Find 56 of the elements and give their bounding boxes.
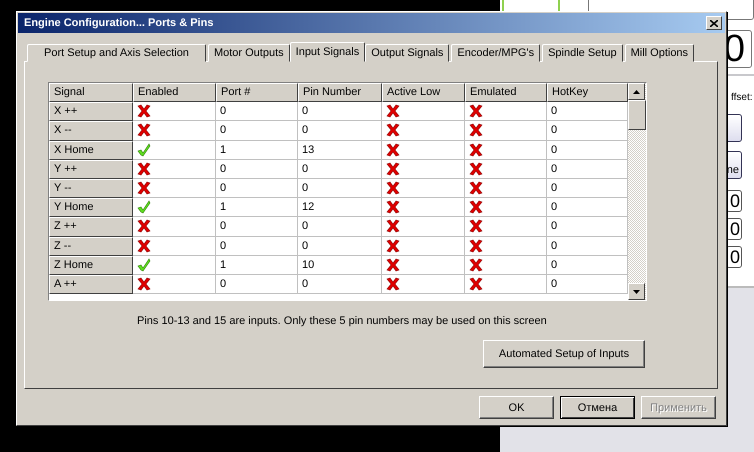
table-cell: 0 <box>216 160 298 179</box>
row-header[interactable]: Z ++ <box>49 217 133 236</box>
table-cell: 1 <box>216 256 298 275</box>
tab[interactable]: Input Signals <box>290 42 366 62</box>
down-arrow-icon <box>633 290 640 294</box>
row-header[interactable]: X Home <box>49 140 133 160</box>
automated-setup-button[interactable]: Automated Setup of Inputs <box>483 340 645 368</box>
table-cell: 13 <box>298 140 382 160</box>
tab[interactable]: Port Setup and Axis Selection <box>27 44 206 62</box>
row-header[interactable]: A ++ <box>49 274 133 294</box>
column-header[interactable]: Port # <box>216 83 298 102</box>
row-header[interactable]: X ++ <box>49 102 133 122</box>
table-cell: 12 <box>298 198 382 218</box>
pins-note: Pins 10-13 and 15 are inputs. Only these 5 pin numbers may be used on this screen <box>137 315 547 327</box>
column-header[interactable]: Enabled <box>133 83 216 102</box>
table-cell: 0 <box>216 274 298 294</box>
scrollbar[interactable] <box>628 83 646 300</box>
row-header[interactable]: Y ++ <box>49 160 133 179</box>
row-header[interactable]: Y Home <box>49 198 133 218</box>
table-cell: 0 <box>298 178 382 198</box>
tab[interactable]: Spindle Setup <box>542 44 623 62</box>
table-cell: 0 <box>298 274 382 294</box>
table-cell: 0 <box>298 121 382 141</box>
table-cell: 1 <box>216 198 298 218</box>
table-cell: 0 <box>216 236 298 256</box>
close-button[interactable] <box>706 16 722 30</box>
table-cell: 0 <box>298 160 382 179</box>
table-cell: 0 <box>216 178 298 198</box>
table-cell: 0 <box>298 217 382 236</box>
table-cell: 0 <box>216 102 298 122</box>
table-cell: 0 <box>298 236 382 256</box>
tab[interactable]: Motor Outputs <box>208 44 290 62</box>
up-arrow-icon <box>633 90 640 94</box>
table-cell: 0 <box>216 121 298 141</box>
column-header[interactable]: Emulated <box>465 83 547 102</box>
offset-label: ffset: <box>731 92 752 103</box>
column-header[interactable]: Active Low <box>382 83 465 102</box>
table-cell: 0 <box>298 102 382 122</box>
close-icon <box>710 20 718 26</box>
row-header[interactable]: Z Home <box>49 256 133 275</box>
column-header[interactable]: Pin Number <box>298 83 382 102</box>
tab[interactable]: Encoder/MPG's <box>451 44 540 62</box>
ok-button[interactable]: OK <box>479 396 554 419</box>
window-title: Engine Configuration... Ports & Pins <box>24 17 214 29</box>
table-cell: 1 <box>216 140 298 160</box>
column-header[interactable]: Signal <box>49 83 133 102</box>
row-header[interactable]: Y -- <box>49 178 133 198</box>
table-cell: 0 <box>216 217 298 236</box>
cancel-button[interactable]: Отмена <box>560 396 635 419</box>
row-header[interactable]: Z -- <box>49 236 133 256</box>
column-header[interactable]: HotKey <box>547 83 628 102</box>
scrollbar-thumb[interactable] <box>628 100 646 130</box>
row-header[interactable]: X -- <box>49 121 133 141</box>
tab[interactable]: Mill Options <box>624 44 694 62</box>
tab[interactable]: Output Signals <box>365 44 450 62</box>
table-cell: 10 <box>298 256 382 275</box>
